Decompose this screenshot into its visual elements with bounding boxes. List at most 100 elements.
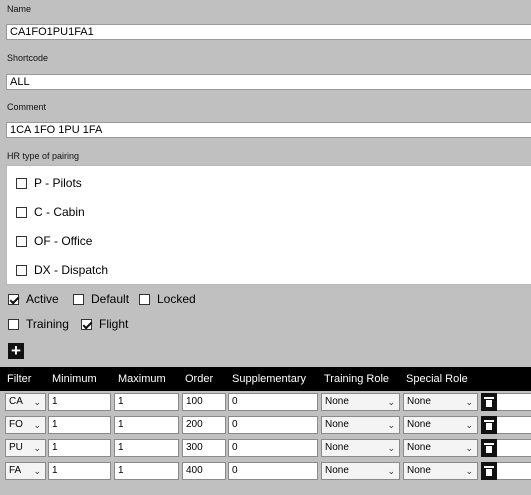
col-training-role: Training Role — [324, 373, 390, 385]
training-option[interactable]: Training — [8, 317, 69, 331]
training-role-select[interactable]: None ⌄ — [321, 393, 400, 411]
col-supplementary: Supplementary — [232, 373, 306, 385]
delete-row-button[interactable] — [481, 439, 497, 457]
supplementary-input[interactable]: 0 — [228, 393, 318, 411]
supplementary-input[interactable]: 0 — [228, 462, 318, 480]
checkbox[interactable] — [16, 264, 27, 276]
minimum-input[interactable]: 1 — [48, 462, 111, 480]
table-row: PU ⌄ 1 1 300 0 None ⌄ None ⌄ — [0, 437, 531, 460]
minimum-input[interactable]: 1 — [48, 393, 111, 411]
filter-select[interactable]: FO ⌄ — [5, 416, 46, 434]
training-role-select[interactable]: None ⌄ — [321, 462, 400, 480]
add-row-button[interactable]: + — [8, 342, 24, 359]
comment-input[interactable]: 1CA 1FO 1PU 1FA — [6, 122, 531, 138]
hr-type-office[interactable]: OF - Office — [16, 234, 92, 248]
filter-select[interactable]: CA ⌄ — [5, 393, 46, 411]
default-label: Default — [91, 292, 130, 306]
filter-value: FA — [9, 465, 22, 476]
flight-option[interactable]: Flight — [81, 317, 128, 331]
order-input[interactable]: 200 — [182, 416, 226, 434]
name-label: Name — [7, 4, 32, 14]
chevron-down-icon: ⌄ — [465, 443, 473, 453]
checkbox[interactable] — [16, 235, 27, 247]
chevron-down-icon: ⌄ — [387, 466, 395, 476]
hr-type-pilots[interactable]: P - Pilots — [16, 176, 82, 190]
order-input[interactable]: 400 — [182, 462, 226, 480]
trash-icon — [484, 443, 494, 453]
bottom-bar — [0, 483, 531, 495]
special-role-value: None — [407, 465, 431, 476]
delete-row-button[interactable] — [481, 393, 497, 411]
col-filter: Filter — [7, 373, 32, 385]
default-checkbox[interactable] — [73, 293, 84, 305]
filter-value: FO — [9, 419, 23, 430]
delete-row-button[interactable] — [481, 416, 497, 434]
shortcode-label: Shortcode — [7, 53, 49, 63]
checkbox[interactable] — [16, 177, 27, 189]
minimum-input[interactable]: 1 — [48, 439, 111, 457]
supplementary-input[interactable]: 0 — [228, 439, 318, 457]
col-order: Order — [185, 373, 214, 385]
training-checkbox[interactable] — [8, 318, 19, 330]
special-role-select[interactable]: None ⌄ — [403, 462, 478, 480]
table-row: FA ⌄ 1 1 400 0 None ⌄ None ⌄ — [0, 460, 531, 483]
training-role-select[interactable]: None ⌄ — [321, 416, 400, 434]
chevron-down-icon: ⌄ — [387, 397, 395, 407]
locked-checkbox[interactable] — [139, 293, 150, 305]
checkbox[interactable] — [16, 206, 27, 218]
hr-type-dispatch-label: DX - Dispatch — [34, 263, 109, 277]
chevron-down-icon: ⌄ — [33, 397, 41, 407]
table-row: CA ⌄ 1 1 100 0 None ⌄ None ⌄ — [0, 391, 531, 414]
training-role-select[interactable]: None ⌄ — [321, 439, 400, 457]
chevron-down-icon: ⌄ — [33, 466, 41, 476]
trash-icon — [484, 397, 494, 407]
filter-select[interactable]: FA ⌄ — [5, 462, 46, 480]
chevron-down-icon: ⌄ — [465, 466, 473, 476]
table-header: Filter Minimum Maximum Order Supplementa… — [0, 367, 531, 391]
special-role-select[interactable]: None ⌄ — [403, 393, 478, 411]
filter-select[interactable]: PU ⌄ — [5, 439, 46, 457]
table-row: FO ⌄ 1 1 200 0 None ⌄ None ⌄ — [0, 414, 531, 437]
order-input[interactable]: 300 — [182, 439, 226, 457]
hr-type-label: HR type of pairing — [7, 151, 80, 161]
active-option[interactable]: Active — [8, 292, 59, 306]
special-role-value: None — [407, 396, 431, 407]
training-role-value: None — [325, 419, 349, 430]
chevron-down-icon: ⌄ — [465, 420, 473, 430]
hr-type-list: P - Pilots C - Cabin OF - Office DX - Di… — [6, 165, 531, 285]
comment-label: Comment — [7, 102, 47, 112]
special-role-select[interactable]: None ⌄ — [403, 416, 478, 434]
active-checkbox[interactable] — [8, 293, 19, 305]
flight-checkbox[interactable] — [81, 318, 92, 330]
special-role-value: None — [407, 442, 431, 453]
row-filler — [497, 416, 531, 434]
supplementary-input[interactable]: 0 — [228, 416, 318, 434]
maximum-input[interactable]: 1 — [114, 416, 179, 434]
hr-type-pilots-label: P - Pilots — [34, 176, 82, 190]
name-input[interactable]: CA1FO1PU1FA1 — [6, 24, 531, 40]
trash-icon — [484, 420, 494, 430]
delete-row-button[interactable] — [481, 462, 497, 480]
special-role-select[interactable]: None ⌄ — [403, 439, 478, 457]
filter-value: CA — [9, 396, 23, 407]
shortcode-input[interactable]: ALL — [6, 74, 531, 90]
hr-type-cabin[interactable]: C - Cabin — [16, 205, 85, 219]
flight-label: Flight — [99, 317, 129, 331]
col-minimum: Minimum — [52, 373, 97, 385]
chevron-down-icon: ⌄ — [33, 443, 41, 453]
training-role-value: None — [325, 396, 349, 407]
maximum-input[interactable]: 1 — [114, 462, 179, 480]
special-role-value: None — [407, 419, 431, 430]
maximum-input[interactable]: 1 — [114, 439, 179, 457]
row-filler — [497, 393, 531, 411]
locked-label: Locked — [157, 292, 196, 306]
maximum-input[interactable]: 1 — [114, 393, 179, 411]
default-option[interactable]: Default — [73, 292, 129, 306]
order-input[interactable]: 100 — [182, 393, 226, 411]
chevron-down-icon: ⌄ — [387, 420, 395, 430]
hr-type-dispatch[interactable]: DX - Dispatch — [16, 263, 108, 277]
filter-value: PU — [9, 442, 23, 453]
locked-option[interactable]: Locked — [139, 292, 196, 306]
col-special-role: Special Role — [406, 373, 468, 385]
minimum-input[interactable]: 1 — [48, 416, 111, 434]
